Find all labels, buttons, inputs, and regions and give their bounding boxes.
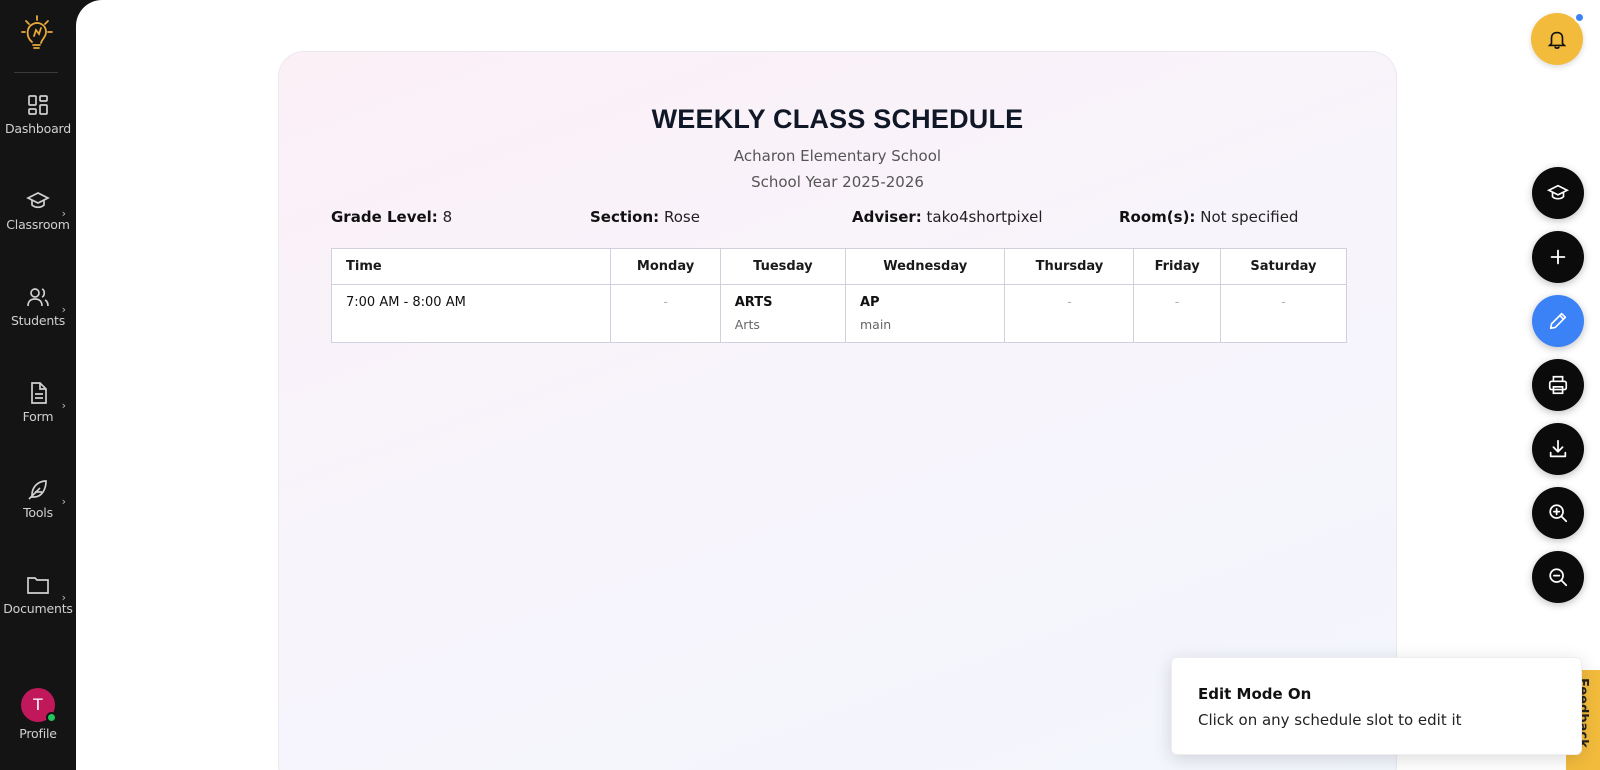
section-value: Rose — [663, 208, 700, 226]
download-button[interactable] — [1532, 423, 1584, 475]
printer-icon — [1548, 375, 1568, 395]
column-header-thursday: Thursday — [1004, 248, 1135, 285]
pencil-icon — [1549, 312, 1567, 330]
toast-title: Edit Mode On — [1198, 685, 1312, 703]
table-header-row: Time Monday Tuesday Wednesday Thursday F… — [330, 248, 1348, 285]
zoom-out-button[interactable] — [1532, 551, 1584, 603]
add-schedule-button[interactable] — [1532, 231, 1584, 283]
schedule-slot-friday[interactable]: - — [1133, 284, 1221, 343]
sidebar-item-students[interactable]: Students › — [0, 285, 76, 357]
profile-label: Profile — [19, 726, 57, 741]
adviser-label: Adviser: — [852, 208, 922, 226]
column-header-friday: Friday — [1133, 248, 1221, 285]
notification-dot — [1574, 12, 1585, 23]
schedule-slot-wednesday[interactable]: AP main — [844, 284, 1006, 343]
sidebar-item-tools[interactable]: Tools › — [0, 477, 76, 549]
sidebar-item-dashboard[interactable]: Dashboard — [0, 93, 76, 165]
edit-mode-button[interactable] — [1532, 295, 1584, 347]
subject-code: AP — [859, 295, 880, 310]
avatar-initial: T — [32, 695, 44, 714]
sidebar-item-form[interactable]: Form › — [0, 381, 76, 453]
column-header-wednesday: Wednesday — [844, 248, 1006, 285]
subject-name: Arts — [734, 317, 760, 332]
schedule-slot-tuesday[interactable]: ARTS Arts — [719, 284, 846, 343]
grade-level-label: Grade Level: — [331, 208, 438, 226]
avatar[interactable]: T — [21, 688, 57, 723]
sidebar-item-classroom[interactable]: Classroom › — [0, 189, 76, 261]
edit-mode-toast: Edit Mode On Click on any schedule slot … — [1171, 657, 1582, 755]
sidebar-item-label: Dashboard — [4, 121, 72, 136]
notifications-button[interactable] — [1531, 12, 1585, 65]
schedule-slot-thursday[interactable]: - — [1004, 284, 1135, 343]
subject-name: main — [859, 317, 892, 332]
feather-icon — [28, 480, 47, 500]
sidebar: Dashboard Classroom › Students › Form › … — [0, 0, 76, 770]
section-label: Section: — [590, 208, 660, 226]
sidebar-item-profile[interactable]: T Profile — [0, 688, 76, 741]
dashboard-grid-icon — [28, 95, 48, 115]
folder-icon — [27, 577, 49, 594]
schedule-slot-monday[interactable]: - — [610, 284, 721, 343]
chevron-right-icon: › — [61, 495, 66, 508]
main-corner — [76, 0, 106, 30]
rooms-label: Room(s): — [1119, 208, 1196, 226]
school-year: School Year 2025-2026 — [751, 173, 924, 191]
schedule-table: Time Monday Tuesday Wednesday Thursday F… — [330, 248, 1348, 343]
column-header-saturday: Saturday — [1219, 248, 1348, 285]
column-header-tuesday: Tuesday — [719, 248, 846, 285]
rooms: Room(s): Not specified — [1119, 208, 1298, 226]
rooms-value: Not specified — [1200, 208, 1299, 226]
grade-level-value: 8 — [442, 208, 453, 226]
subject-code: ARTS — [734, 295, 773, 310]
sidebar-divider — [14, 72, 58, 73]
table-row: 7:00 AM - 8:00 AM - ARTS Arts AP main - … — [330, 284, 1348, 343]
toast-message: Click on any schedule slot to edit it — [1198, 711, 1462, 729]
class-info-button[interactable] — [1532, 167, 1584, 219]
column-header-time: Time — [330, 248, 612, 285]
schedule-title: WEEKLY CLASS SCHEDULE — [651, 104, 1024, 134]
section: Section: Rose — [590, 208, 700, 226]
zoom-out-icon — [1549, 568, 1568, 587]
chevron-right-icon: › — [61, 207, 66, 220]
plus-icon — [1550, 249, 1566, 265]
graduation-cap-icon — [1547, 184, 1569, 200]
chevron-right-icon: › — [61, 399, 66, 412]
document-icon — [31, 382, 47, 404]
schedule-slot-saturday[interactable]: - — [1219, 284, 1348, 343]
adviser: Adviser: tako4shortpixel — [852, 208, 1043, 226]
bell-icon — [1547, 31, 1567, 49]
download-icon — [1549, 439, 1567, 458]
print-button[interactable] — [1532, 359, 1584, 411]
column-header-monday: Monday — [610, 248, 721, 285]
adviser-value: tako4shortpixel — [926, 208, 1043, 226]
chevron-right-icon: › — [61, 303, 66, 316]
time-slot-cell: 7:00 AM - 8:00 AM — [330, 284, 612, 343]
school-name: Acharon Elementary School — [733, 147, 942, 165]
zoom-in-button[interactable] — [1532, 487, 1584, 539]
graduation-cap-icon — [26, 192, 50, 209]
grade-level: Grade Level: 8 — [331, 208, 452, 226]
zoom-in-icon — [1549, 504, 1568, 523]
lightbulb-logo-icon[interactable] — [20, 12, 56, 54]
chevron-right-icon: › — [61, 591, 66, 604]
sidebar-item-documents[interactable]: Documents › — [0, 573, 76, 645]
users-icon — [27, 288, 49, 307]
online-status-dot — [46, 712, 57, 723]
